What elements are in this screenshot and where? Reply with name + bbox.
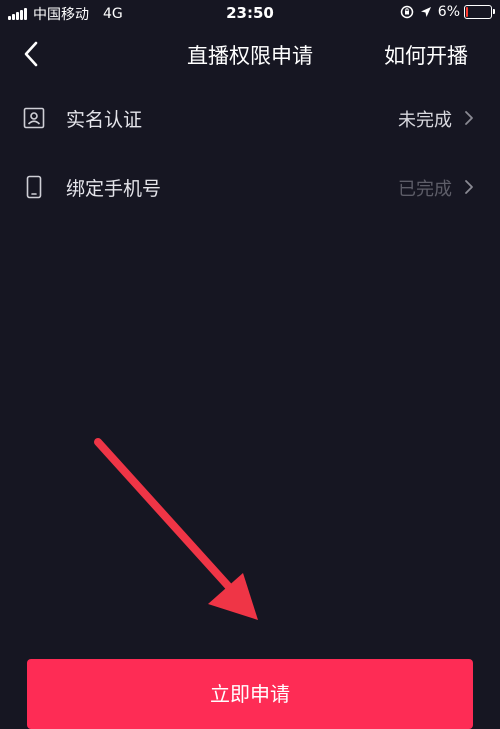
chevron-right-icon [462, 177, 476, 197]
location-icon [420, 6, 432, 18]
battery-level [466, 7, 468, 17]
status-bar-right: 6% [400, 4, 495, 20]
real-name-verification-row[interactable]: 实名认证 未完成 [0, 88, 500, 148]
row-label: 实名认证 [66, 109, 143, 131]
bind-phone-row[interactable]: 绑定手机号 已完成 [0, 157, 500, 217]
battery-icon [464, 5, 495, 19]
apply-now-button[interactable]: 立即申请 [27, 659, 473, 729]
id-card-icon [22, 104, 46, 132]
navigation-bar: 直播权限申请 如何开播 [0, 28, 500, 80]
row-status: 未完成 [398, 110, 452, 131]
row-label: 绑定手机号 [66, 178, 162, 200]
battery-percent: 6% [437, 4, 460, 20]
lock-rotation-icon [400, 5, 414, 19]
status-bar: 中国移动 4G 23:50 6% [0, 0, 500, 26]
chevron-right-icon [462, 108, 476, 128]
row-status: 已完成 [398, 179, 452, 200]
how-to-live-button[interactable]: 如何开播 [384, 40, 468, 70]
phone-icon [22, 173, 46, 201]
